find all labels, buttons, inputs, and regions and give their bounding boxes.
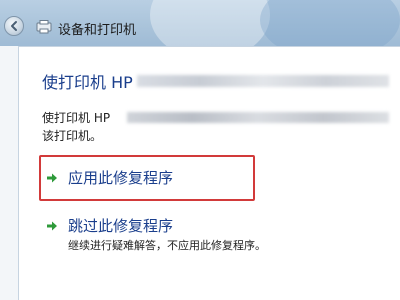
skip-fix-label: 跳过此修复程序 <box>68 217 174 235</box>
devices-printers-icon <box>36 20 52 34</box>
titlebar-glass-shadow <box>260 0 400 46</box>
skip-fix-description: 继续进行疑难解答，不应用此修复程序。 <box>68 239 266 252</box>
title-bar: 设备和打印机 <box>0 0 400 46</box>
window-title: 设备和打印机 <box>58 23 137 38</box>
back-button[interactable] <box>4 16 24 36</box>
dialog-heading: 使打印机 HP <box>42 73 133 92</box>
back-arrow-icon <box>11 21 17 31</box>
skip-fix-option[interactable]: 跳过此修复程序 继续进行疑难解答，不应用此修复程序。 <box>46 215 366 255</box>
red-highlight-annotation <box>39 155 255 201</box>
dialog-description-line2: 该打印机。 <box>42 129 103 143</box>
redacted-description <box>127 112 389 123</box>
troubleshooter-window: 设备和打印机 使打印机 HP 使打印机 HP 该打印机。 应用此修复程序 跳过此… <box>0 0 400 300</box>
titlebar-glass-highlight <box>150 0 270 46</box>
dialog-description-line1: 使打印机 HP <box>42 111 111 125</box>
green-arrow-icon <box>47 221 57 231</box>
dialog-content: 使打印机 HP 使打印机 HP 该打印机。 应用此修复程序 跳过此修复程序 继续… <box>18 46 400 300</box>
redacted-printer-name <box>137 75 389 87</box>
